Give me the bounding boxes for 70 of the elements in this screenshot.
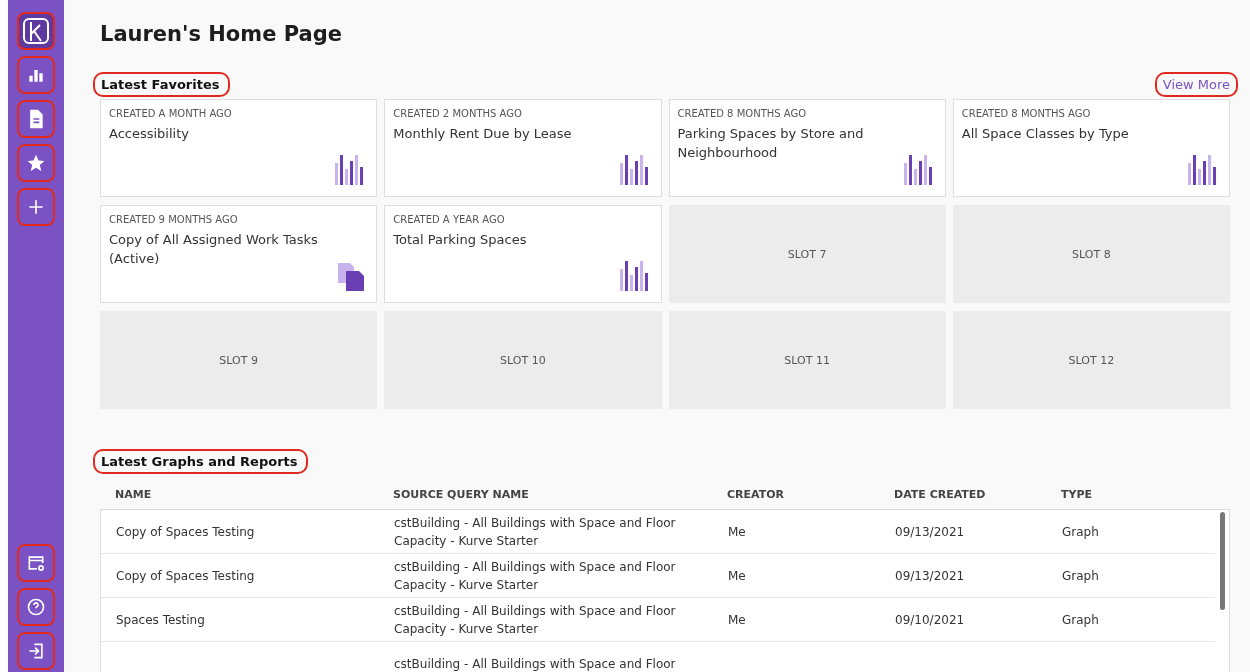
- window-gear-icon: [26, 553, 46, 573]
- table-cell-text: Graph: [1062, 611, 1100, 629]
- bar-chart-icon: [903, 155, 933, 185]
- card-title: Monthly Rent Due by Lease: [393, 125, 573, 143]
- table-cell-text: Me: [728, 611, 747, 629]
- created-label: CREATED A MONTH AGO: [109, 108, 233, 119]
- sidebar-button[interactable]: [17, 56, 55, 94]
- table-cell-text: Copy of Spaces Testing: [116, 567, 256, 585]
- card-title: Parking Spaces by Store and Neighbourhood: [677, 125, 865, 162]
- view-more-link[interactable]: View More: [1154, 72, 1238, 97]
- slot-label: SLOT 10: [500, 353, 546, 367]
- logo-icon: [22, 17, 50, 45]
- favorite-card[interactable]: CREATED 9 MONTHS AGO Copy of All Assigned Work Tasks (Active): [100, 205, 378, 303]
- page-title: Lauren's Home Page: [100, 22, 343, 46]
- sidebar-button[interactable]: [17, 632, 55, 670]
- slot-label: SLOT 11: [784, 353, 830, 367]
- slot-label: SLOT 7: [787, 247, 827, 261]
- table-cell-text: 09/10/2021: [895, 611, 966, 629]
- sidebar-button[interactable]: [17, 12, 55, 50]
- table-cell-text: Graph: [1062, 523, 1100, 541]
- bar-chart-icon: [619, 261, 649, 291]
- bar-chart-icon: [335, 155, 365, 185]
- plus-icon: [26, 197, 46, 217]
- sign-in-icon: [26, 641, 46, 661]
- created-label: CREATED 8 MONTHS AGO: [677, 108, 808, 119]
- card-title: Accessibility: [109, 125, 190, 143]
- table-cell-text: Copy of Spaces Testing: [116, 523, 256, 541]
- slot-label: SLOT 8: [1072, 247, 1111, 261]
- card-title: Copy of All Assigned Work Tasks (Active): [109, 231, 319, 268]
- created-label: CREATED A YEAR AGO: [393, 214, 506, 225]
- column-header: SOURCE QUERY NAME: [393, 488, 530, 501]
- table-cell-text: Spaces Testing: [116, 611, 206, 629]
- table-cell-text: 09/13/2021: [895, 523, 966, 541]
- column-header: TYPE: [1061, 488, 1094, 501]
- table-cell-text: cstBuilding - All Buildings with Space and Floor Capacity - Kurve Starter: [394, 602, 677, 638]
- sidebar-button[interactable]: [17, 588, 55, 626]
- sidebar-button[interactable]: [17, 100, 55, 138]
- column-header: CREATOR: [727, 488, 786, 501]
- star-icon: [26, 153, 46, 173]
- card-title: Total Parking Spaces: [393, 231, 528, 249]
- created-label: CREATED 9 MONTHS AGO: [109, 214, 239, 225]
- sidebar-button[interactable]: [17, 544, 55, 582]
- favorite-card[interactable]: CREATED 2 MONTHS AGO Monthly Rent Due by Lease: [384, 99, 662, 197]
- created-label: CREATED 2 MONTHS AGO: [393, 108, 523, 119]
- created-label: CREATED 8 MONTHS AGO: [961, 108, 1092, 119]
- column-header: NAME: [115, 488, 153, 501]
- table-cell-text: cstBuilding - All Buildings with Space and Floor: [394, 655, 677, 672]
- slot-label: SLOT 9: [219, 353, 258, 367]
- bar-chart-icon: [1188, 155, 1217, 185]
- sidebar-button[interactable]: [17, 188, 55, 226]
- favorite-card[interactable]: CREATED 8 MONTHS AGO Parking Spaces by Store and Neighbourhood: [668, 99, 946, 197]
- section-title: Latest Graphs and Reports: [93, 449, 308, 474]
- favorite-card[interactable]: CREATED 8 MONTHS AGO All Space Classes by Type: [952, 99, 1230, 197]
- table-cell-text: Me: [728, 523, 747, 541]
- bar-chart-icon: [619, 155, 649, 185]
- table-cell-text: 09/13/2021: [895, 567, 966, 585]
- section-title: Latest Favorites: [93, 72, 230, 97]
- scrollbar[interactable]: [1220, 512, 1225, 610]
- favorite-card[interactable]: CREATED A YEAR AGO Total Parking Spaces: [384, 205, 662, 303]
- table-cell-text: cstBuilding - All Buildings with Space and Floor Capacity - Kurve Starter: [394, 514, 677, 550]
- sidebar-button[interactable]: [17, 144, 55, 182]
- documents-icon: [338, 263, 365, 291]
- slot-label: SLOT 12: [1068, 353, 1115, 367]
- table-cell-text: Graph: [1062, 567, 1100, 585]
- table-cell-text: cstBuilding - All Buildings with Space and Floor Capacity - Kurve Starter: [394, 558, 677, 594]
- column-header: DATE CREATED: [894, 488, 987, 501]
- favorite-card[interactable]: CREATED A MONTH AGO Accessibility: [100, 99, 378, 197]
- help-icon: [26, 597, 46, 617]
- table-cell-text: Me: [728, 567, 747, 585]
- card-title: All Space Classes by Type: [961, 125, 1130, 143]
